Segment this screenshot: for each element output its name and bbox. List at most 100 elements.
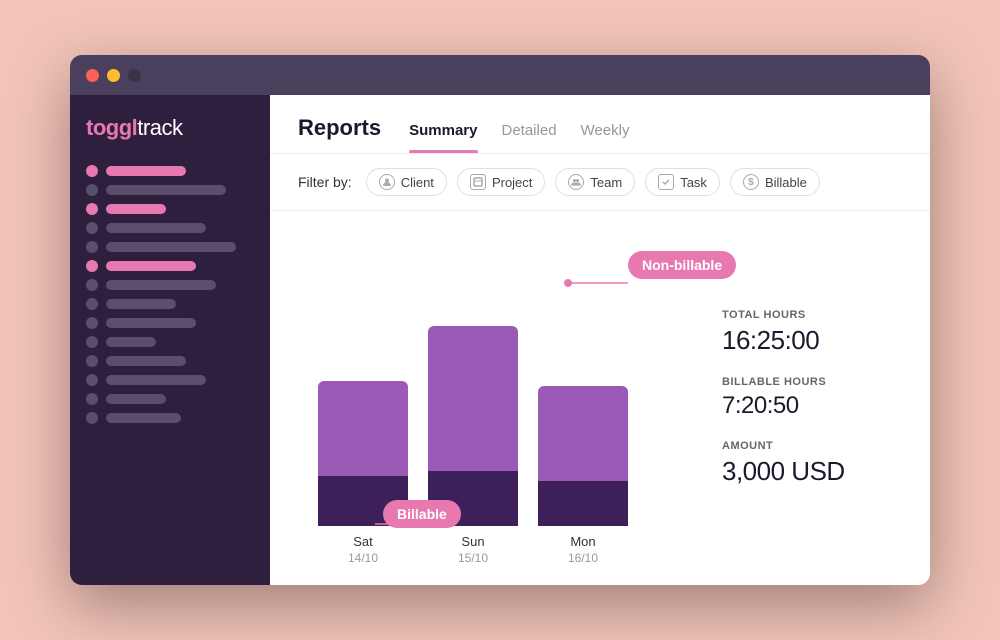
sidebar-item-11[interactable] (86, 374, 254, 386)
bar-non-billable (538, 386, 628, 481)
logo-track: track (137, 115, 182, 141)
sidebar-bar (106, 375, 206, 385)
tab-detailed[interactable]: Detailed (502, 122, 557, 153)
page-title: Reports (298, 115, 381, 141)
sidebar-bar (106, 394, 166, 404)
tooltip-connector-billable (375, 514, 445, 534)
sidebar-bar (106, 299, 176, 309)
amount-value: 3,000 USD (722, 456, 902, 487)
billable-hours-label: BILLABLE HOURS (722, 376, 902, 388)
tooltip-non-billable: Non-billable (628, 251, 736, 279)
bar-billable (538, 481, 628, 526)
filter-chip-label-client: Client (401, 175, 434, 190)
bar-non-billable (318, 381, 408, 476)
sidebar-dot (86, 374, 98, 386)
main-content: Reports Summary Detailed Weekly Filter by:… (270, 95, 930, 585)
sidebar-dot (86, 393, 98, 405)
sidebar-item-9[interactable] (86, 336, 254, 348)
sidebar-dot (86, 241, 98, 253)
bar-date: 16/10 (568, 551, 598, 565)
sidebar-bar (106, 185, 226, 195)
sidebar: toggl track (70, 95, 270, 585)
task-icon (658, 174, 674, 190)
amount-label: AMOUNT (722, 440, 902, 452)
filter-chip-label-task: Task (680, 175, 707, 190)
total-hours-value: 16:25:00 (722, 325, 902, 356)
sidebar-dot (86, 298, 98, 310)
titlebar (70, 55, 930, 95)
filter-chip-label-billable: Billable (765, 175, 807, 190)
content-area: Sat14/10Sun15/10Mon16/10 Non-billable Bi… (270, 211, 930, 585)
bar-day: Mon (568, 534, 598, 549)
filter-bar: Filter by: Client Project Team Task $ Billabl… (270, 154, 930, 211)
tab-weekly[interactable]: Weekly (581, 122, 630, 153)
sidebar-item-4[interactable] (86, 241, 254, 253)
filter-chip-task[interactable]: Task (645, 168, 720, 196)
sidebar-item-12[interactable] (86, 393, 254, 405)
sidebar-bar (106, 223, 206, 233)
sidebar-dot (86, 184, 98, 196)
bar-day: Sun (458, 534, 488, 549)
logo-toggl: toggl (86, 115, 137, 141)
sidebar-item-10[interactable] (86, 355, 254, 367)
billable-hours-stat: BILLABLE HOURS 7:20:50 (722, 376, 902, 420)
sidebar-bar (106, 261, 196, 271)
sidebar-dot (86, 355, 98, 367)
bar-day: Sat (348, 534, 378, 549)
filter-chip-client[interactable]: Client (366, 168, 447, 196)
tooltip-connector (568, 267, 638, 307)
sidebar-dot (86, 165, 98, 177)
filter-chip-label-team: Team (590, 175, 622, 190)
sidebar-dot (86, 412, 98, 424)
sidebar-item-8[interactable] (86, 317, 254, 329)
chart-area: Sat14/10Sun15/10Mon16/10 Non-billable Bi… (298, 231, 692, 565)
filter-chips: Client Project Team Task $ Billable (366, 168, 820, 196)
sidebar-item-0[interactable] (86, 165, 254, 177)
team-icon (568, 174, 584, 190)
maximize-dot[interactable] (128, 69, 141, 82)
sidebar-dot (86, 260, 98, 272)
sidebar-bar (106, 242, 236, 252)
bar-group-sat: Sat 14/10 (318, 381, 408, 565)
sidebar-item-7[interactable] (86, 298, 254, 310)
bar-group-mon: Mon 16/10 (538, 386, 628, 565)
sidebar-bar (106, 356, 186, 366)
total-hours-stat: TOTAL HOURS 16:25:00 (722, 309, 902, 356)
total-hours-label: TOTAL HOURS (722, 309, 902, 321)
filter-chip-label-project: Project (492, 175, 532, 190)
window-body: toggl track Reports Summary Detailed Weekl… (70, 95, 930, 585)
bar-date: 14/10 (348, 551, 378, 565)
filter-chip-billable[interactable]: $ Billable (730, 168, 820, 196)
header-top: Reports Summary Detailed Weekly (298, 115, 902, 153)
filter-chip-project[interactable]: Project (457, 168, 545, 196)
sidebar-item-6[interactable] (86, 279, 254, 291)
billable-hours-value: 7:20:50 (722, 392, 902, 420)
sidebar-bar (106, 204, 166, 214)
sidebar-item-5[interactable] (86, 260, 254, 272)
amount-stat: AMOUNT 3,000 USD (722, 440, 902, 487)
filter-chip-team[interactable]: Team (555, 168, 635, 196)
sidebar-item-1[interactable] (86, 184, 254, 196)
sidebar-dot (86, 336, 98, 348)
filter-label: Filter by: (298, 174, 352, 190)
logo: toggl track (86, 115, 254, 141)
app-window: toggl track Reports Summary Detailed Weekl… (70, 55, 930, 585)
bar-date: 15/10 (458, 551, 488, 565)
sidebar-bar (106, 166, 186, 176)
billable-icon: $ (743, 174, 759, 190)
minimize-dot[interactable] (107, 69, 120, 82)
sidebar-dot (86, 203, 98, 215)
client-icon (379, 174, 395, 190)
sidebar-item-13[interactable] (86, 412, 254, 424)
sidebar-bar (106, 318, 196, 328)
sidebar-nav (86, 165, 254, 424)
sidebar-dot (86, 279, 98, 291)
tab-summary[interactable]: Summary (409, 122, 477, 153)
sidebar-item-3[interactable] (86, 222, 254, 234)
project-icon (470, 174, 486, 190)
sidebar-item-2[interactable] (86, 203, 254, 215)
main-header: Reports Summary Detailed Weekly (270, 95, 930, 154)
close-dot[interactable] (86, 69, 99, 82)
bar-label-mon: Mon 16/10 (568, 534, 598, 565)
sidebar-bar (106, 337, 156, 347)
